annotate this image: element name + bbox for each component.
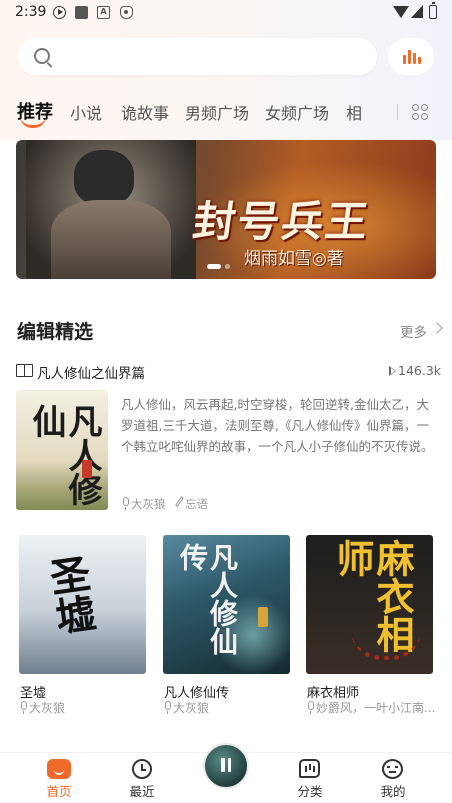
featured-writer: 忘语 <box>185 497 208 511</box>
pause-icon[interactable] <box>220 758 232 772</box>
media-play-icon <box>53 6 66 19</box>
featured-description[interactable]: 凡人修仙，风云再起,时空穿梭，轮回逆转,金仙太乙，大罗道祖,三千大道，法则至尊,… <box>121 394 437 457</box>
more-link[interactable]: 更多 <box>400 321 427 341</box>
nav-label-home[interactable]: 首页 <box>29 781 89 800</box>
featured-collection-name[interactable]: 凡人修仙之仙界篇 <box>37 362 145 382</box>
search-input[interactable] <box>17 38 377 75</box>
nav-label-profile[interactable]: 我的 <box>363 781 423 800</box>
category-tabs: 推荐 小说 诡故事 男频广场 女频广场 相 <box>0 98 400 128</box>
cover-title: 凡人修仙传 <box>176 543 239 655</box>
banner-artwork <box>26 140 196 279</box>
search-icon <box>34 48 50 64</box>
cover-title: 圣墟 <box>40 552 99 638</box>
section-title: 编辑精选 <box>17 321 94 343</box>
book-icon <box>16 364 33 377</box>
mic-icon <box>21 701 27 714</box>
home-icon[interactable] <box>47 759 71 779</box>
audio-bars-button[interactable] <box>388 38 434 75</box>
tab-male-channel[interactable]: 男频广场 <box>185 100 249 124</box>
featured-book-cover[interactable]: 凡人修仙 <box>16 390 108 510</box>
featured-narrator: 大灰狼 <box>131 497 166 511</box>
tab-more-partial[interactable]: 相 <box>346 100 362 124</box>
cover-title: 凡人修仙 <box>26 404 102 506</box>
nav-label-category[interactable]: 分类 <box>280 781 340 800</box>
tab-novel[interactable]: 小说 <box>70 100 102 124</box>
nav-label-recent[interactable]: 最近 <box>112 781 172 800</box>
a-notification-icon: A <box>97 6 110 19</box>
battery-icon <box>429 2 437 19</box>
banner-title: 封号兵王 <box>190 197 374 246</box>
signal-icon <box>411 5 423 18</box>
banner-author: 烟雨如雪◎著 <box>244 249 344 269</box>
book-cover-fanren[interactable]: 凡人修仙传 <box>163 535 290 674</box>
tab-female-channel[interactable]: 女频广场 <box>265 100 329 124</box>
profile-icon[interactable] <box>382 759 403 779</box>
book-narrator: 大灰狼 <box>173 701 210 715</box>
status-bar: 2:39 A <box>0 0 452 26</box>
chevron-right-icon[interactable] <box>431 322 443 334</box>
book-cover-mayi[interactable]: 麻衣相师 <box>306 535 433 674</box>
mic-icon <box>165 701 171 714</box>
tab-divider <box>397 104 398 120</box>
banner-carousel[interactable]: 封号兵王 烟雨如雪◎著 <box>16 140 436 279</box>
category-icon[interactable] <box>299 759 320 778</box>
pen-icon <box>175 496 184 507</box>
mic-icon <box>308 701 314 714</box>
app-notification-icon <box>75 6 88 19</box>
play-count: 146.3k <box>398 363 442 378</box>
shield-icon <box>120 6 133 19</box>
book-narrator: 妙爵风，一叶小江南... <box>316 701 436 715</box>
mic-icon <box>123 497 129 510</box>
book-cover-shengxu[interactable]: 圣墟 <box>19 535 146 674</box>
all-categories-icon[interactable] <box>412 104 428 120</box>
cover-seal <box>258 607 268 627</box>
status-time: 2:39 <box>15 4 47 20</box>
tab-ghost-story[interactable]: 诡故事 <box>121 100 169 124</box>
clock-icon[interactable] <box>132 759 152 779</box>
cover-seal <box>82 460 92 478</box>
book-narrator: 大灰狼 <box>29 701 66 715</box>
wifi-icon <box>393 6 409 18</box>
play-icon <box>389 366 396 376</box>
